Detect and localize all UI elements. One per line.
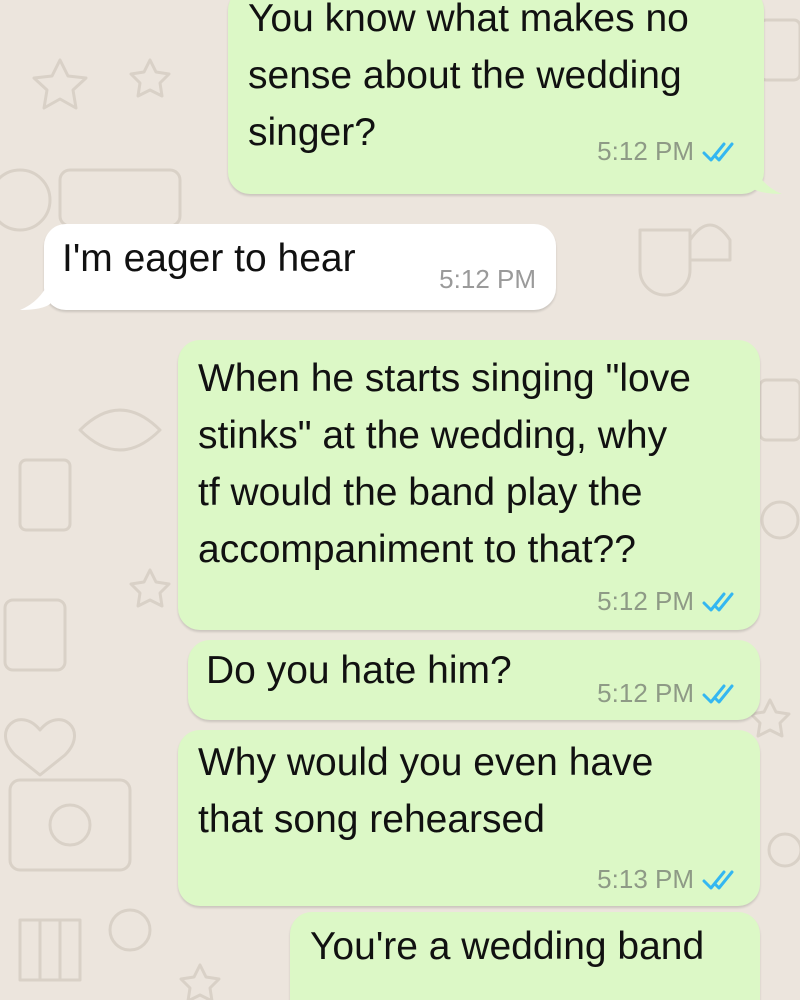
message-meta: 5:12 PM xyxy=(597,586,738,617)
message-meta: 5:12 PM xyxy=(597,678,738,709)
message-time: 5:12 PM xyxy=(597,586,694,616)
star-doodle xyxy=(179,963,221,1000)
read-receipt-icon xyxy=(702,592,734,611)
message-bubble-outgoing[interactable]: When he starts singing "love stinks" at … xyxy=(178,340,760,630)
screen-doodle xyxy=(8,778,132,872)
message-bubble-outgoing[interactable]: Do you hate him? 5:12 PM xyxy=(188,640,760,720)
star-doodle xyxy=(129,568,171,608)
heart-doodle xyxy=(4,718,76,777)
bell-doodle xyxy=(688,223,732,262)
circle-doodle xyxy=(108,908,152,952)
grid-doodle xyxy=(18,918,82,982)
book-doodle xyxy=(18,458,72,532)
message-meta: 5:13 PM xyxy=(597,864,738,895)
cup-doodle xyxy=(638,228,692,297)
message-text: When he starts singing "love stinks" at … xyxy=(198,357,691,571)
message-text: You're a wedding band xyxy=(310,925,705,968)
message-time: 5:13 PM xyxy=(597,864,694,894)
star-doodle xyxy=(129,58,171,98)
read-receipt-icon xyxy=(702,142,734,161)
box-doodle xyxy=(758,18,800,82)
leaf-doodle xyxy=(78,408,162,452)
message-meta: 5:12 PM xyxy=(439,264,536,295)
circle-doodle xyxy=(767,832,800,868)
message-text: Do you hate him? xyxy=(206,649,512,692)
message-time: 5:12 PM xyxy=(439,264,536,294)
circle-doodle xyxy=(0,168,52,232)
bubble-tail xyxy=(752,164,782,194)
phone-doodle xyxy=(48,803,92,847)
message-text: I'm eager to hear xyxy=(62,237,356,280)
chat-doodle xyxy=(58,168,182,228)
message-text: Why would you even have that song rehear… xyxy=(198,741,654,841)
note-doodle xyxy=(3,598,67,672)
message-bubble-outgoing[interactable]: You know what makes no sense about the w… xyxy=(228,0,764,194)
message-bubble-incoming[interactable]: I'm eager to hear 5:12 PM xyxy=(44,224,556,310)
message-time: 5:12 PM xyxy=(597,136,694,166)
message-meta: 5:12 PM xyxy=(597,136,738,167)
circle-doodle xyxy=(760,500,800,540)
message-bubble-outgoing[interactable]: You're a wedding band xyxy=(290,912,760,1000)
read-receipt-icon xyxy=(702,684,734,703)
message-time: 5:12 PM xyxy=(597,678,694,708)
message-bubble-outgoing[interactable]: Why would you even have that song rehear… xyxy=(178,730,760,906)
read-receipt-icon xyxy=(702,870,734,889)
box-doodle xyxy=(758,378,800,442)
bubble-tail xyxy=(20,280,50,310)
star-doodle xyxy=(32,58,88,110)
